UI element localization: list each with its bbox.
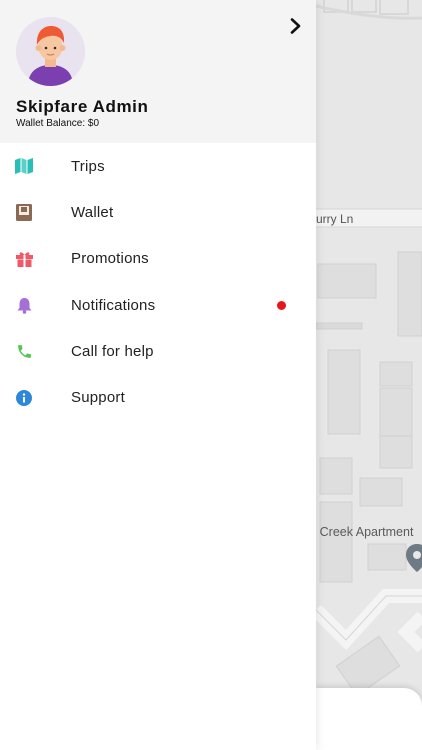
menu-item-trips[interactable]: Trips xyxy=(0,143,316,189)
bell-icon xyxy=(15,296,33,314)
menu-item-promotions[interactable]: Promotions xyxy=(0,236,316,282)
wallet-balance: Wallet Balance: $0 xyxy=(16,118,100,129)
drawer-menu: Trips Wallet Promotions Notifications Ca… xyxy=(0,143,316,421)
menu-item-call-for-help[interactable]: Call for help xyxy=(0,328,316,374)
phone-icon xyxy=(15,342,33,360)
gift-icon xyxy=(15,250,33,268)
poi-label: r Creek Apartment xyxy=(316,525,414,539)
menu-label-call-for-help: Call for help xyxy=(71,342,154,360)
street-label: urry Ln xyxy=(316,212,354,226)
menu-label-promotions: Promotions xyxy=(71,250,149,268)
menu-label-notifications: Notifications xyxy=(71,296,156,314)
bottom-sheet[interactable] xyxy=(316,688,422,750)
menu-item-notifications[interactable]: Notifications xyxy=(0,282,316,328)
menu-item-wallet[interactable]: Wallet xyxy=(0,189,316,235)
map-graphics xyxy=(316,0,422,750)
wallet-icon xyxy=(15,203,33,221)
menu-item-support[interactable]: Support xyxy=(0,374,316,420)
drawer-header: Skipfare Admin Wallet Balance: $0 xyxy=(0,0,316,143)
user-avatar-icon[interactable] xyxy=(16,17,85,86)
close-drawer-button[interactable] xyxy=(286,16,306,36)
notification-badge xyxy=(277,300,286,310)
navigation-drawer: Skipfare Admin Wallet Balance: $0 Trips xyxy=(0,0,316,750)
chevron-right-icon xyxy=(290,18,301,34)
map-icon xyxy=(15,157,33,175)
map-view[interactable]: urry Ln r Creek Apartment xyxy=(316,0,422,750)
menu-label-trips: Trips xyxy=(71,157,105,175)
user-name: Skipfare Admin xyxy=(16,97,149,116)
info-icon xyxy=(15,389,33,407)
map-pin-icon[interactable] xyxy=(404,543,422,573)
menu-label-wallet: Wallet xyxy=(71,203,114,221)
menu-label-support: Support xyxy=(71,389,125,407)
